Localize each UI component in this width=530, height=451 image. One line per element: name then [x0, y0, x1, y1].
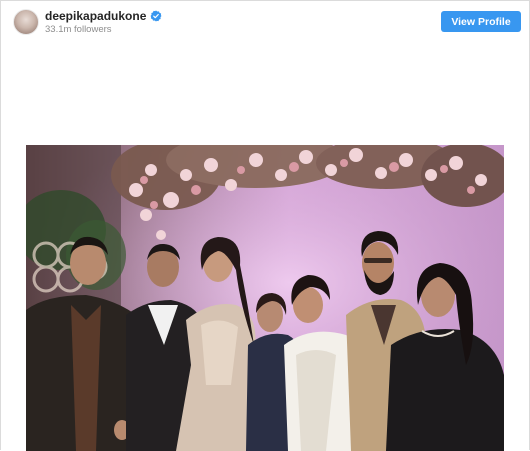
view-profile-button[interactable]: View Profile: [441, 11, 521, 32]
post-header: deepikapadukone 33.1m followers View Pro…: [1, 1, 529, 45]
verified-badge-icon: [150, 10, 162, 22]
profile-username[interactable]: deepikapadukone: [45, 9, 146, 23]
username-row: deepikapadukone: [45, 9, 162, 23]
post-photo[interactable]: [26, 145, 504, 451]
photo-illustration: [26, 145, 504, 451]
instagram-embed: deepikapadukone 33.1m followers View Pro…: [0, 0, 530, 451]
follower-count: 33.1m followers: [45, 24, 112, 35]
profile-avatar[interactable]: [13, 9, 39, 35]
